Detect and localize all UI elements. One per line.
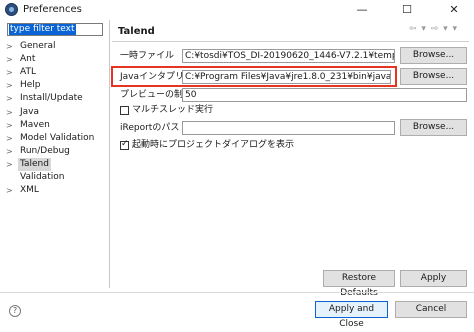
chevron-right-icon[interactable]: >	[6, 66, 16, 79]
title-bar: Preferences — ☐ ✕	[0, 0, 474, 20]
temp-browse-button[interactable]: Browse...	[400, 47, 467, 64]
tree-item-label: Install/Update	[20, 93, 83, 103]
chevron-right-icon[interactable]: >	[6, 79, 16, 92]
chevron-right-icon[interactable]: >	[6, 106, 16, 119]
tree-item-label: Help	[20, 80, 41, 90]
app-icon	[5, 3, 18, 16]
filter-text: type filter text	[9, 24, 76, 35]
project-dialog-label: 起動時にプロジェクトダイアログを表示	[132, 140, 295, 150]
window-title: Preferences	[23, 4, 82, 15]
chevron-right-icon[interactable]: >	[6, 40, 16, 53]
header-divider	[112, 41, 469, 42]
chevron-right-icon[interactable]: >	[6, 158, 16, 171]
tree-item-label: Validation	[20, 172, 65, 182]
help-icon[interactable]: ?	[9, 305, 21, 317]
maximize-button[interactable]: ☐	[391, 0, 423, 20]
tree-item-label: Talend	[18, 158, 51, 171]
chevron-right-icon[interactable]: >	[6, 145, 16, 158]
ireport-path-label: iReportのパス	[120, 123, 180, 133]
tree-item-label: General	[20, 41, 56, 51]
java-browse-button[interactable]: Browse...	[400, 68, 467, 85]
chevron-right-icon[interactable]: >	[6, 119, 16, 132]
apply-and-close-button[interactable]: Apply and Close	[315, 301, 388, 329]
chevron-right-icon[interactable]: >	[6, 132, 16, 145]
tree-item-label: XML	[20, 185, 39, 195]
ireport-path-field[interactable]	[182, 121, 395, 135]
cancel-button[interactable]: Cancel	[395, 301, 467, 318]
temp-file-field[interactable]: C:¥tosdi¥TOS_DI-20190620_1446-V7.2.1¥tem…	[182, 49, 395, 63]
minimize-button[interactable]: —	[346, 0, 378, 20]
sash-divider[interactable]	[109, 20, 110, 288]
page-title: Talend	[118, 26, 155, 37]
project-dialog-checkbox[interactable]	[120, 139, 129, 150]
tree-item-label: Maven	[20, 120, 50, 130]
filter-input[interactable]: type filter text	[7, 23, 103, 36]
preview-limit-field[interactable]: 50	[182, 88, 467, 102]
close-button[interactable]: ✕	[438, 0, 470, 20]
chevron-right-icon[interactable]: >	[6, 53, 16, 66]
tree-item-label: Run/Debug	[20, 146, 70, 156]
multithread-checkbox[interactable]	[120, 106, 129, 115]
chevron-right-icon[interactable]: >	[6, 184, 16, 197]
tree-item-label: Ant	[20, 54, 36, 64]
apply-button[interactable]: Apply	[400, 270, 467, 287]
ireport-browse-button[interactable]: Browse...	[400, 119, 467, 136]
tree-item-label: Model Validation	[20, 133, 95, 143]
footer-divider	[0, 292, 474, 293]
tree-item-label: Java	[20, 107, 40, 117]
restore-defaults-button[interactable]: Restore Defaults	[323, 270, 395, 298]
history-nav-arrows[interactable]: ⇦ ▾ ⇨ ▾ ▾	[409, 24, 458, 34]
multithread-label: マルチスレッド実行	[132, 105, 214, 115]
highlight-annotation	[111, 66, 397, 87]
tree-item-label: ATL	[20, 67, 36, 77]
temp-file-label: 一時ファイル	[120, 51, 175, 61]
chevron-right-icon[interactable]: >	[6, 92, 16, 105]
